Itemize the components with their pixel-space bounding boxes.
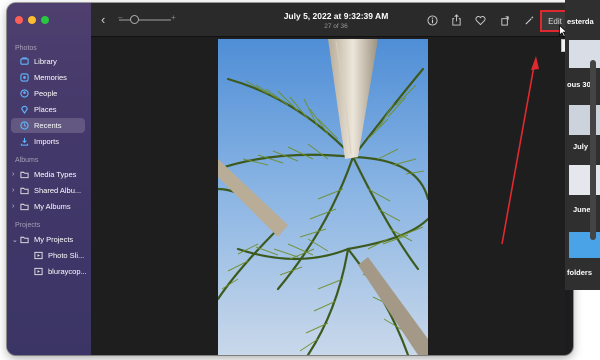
annotation-arrow [501, 56, 539, 245]
